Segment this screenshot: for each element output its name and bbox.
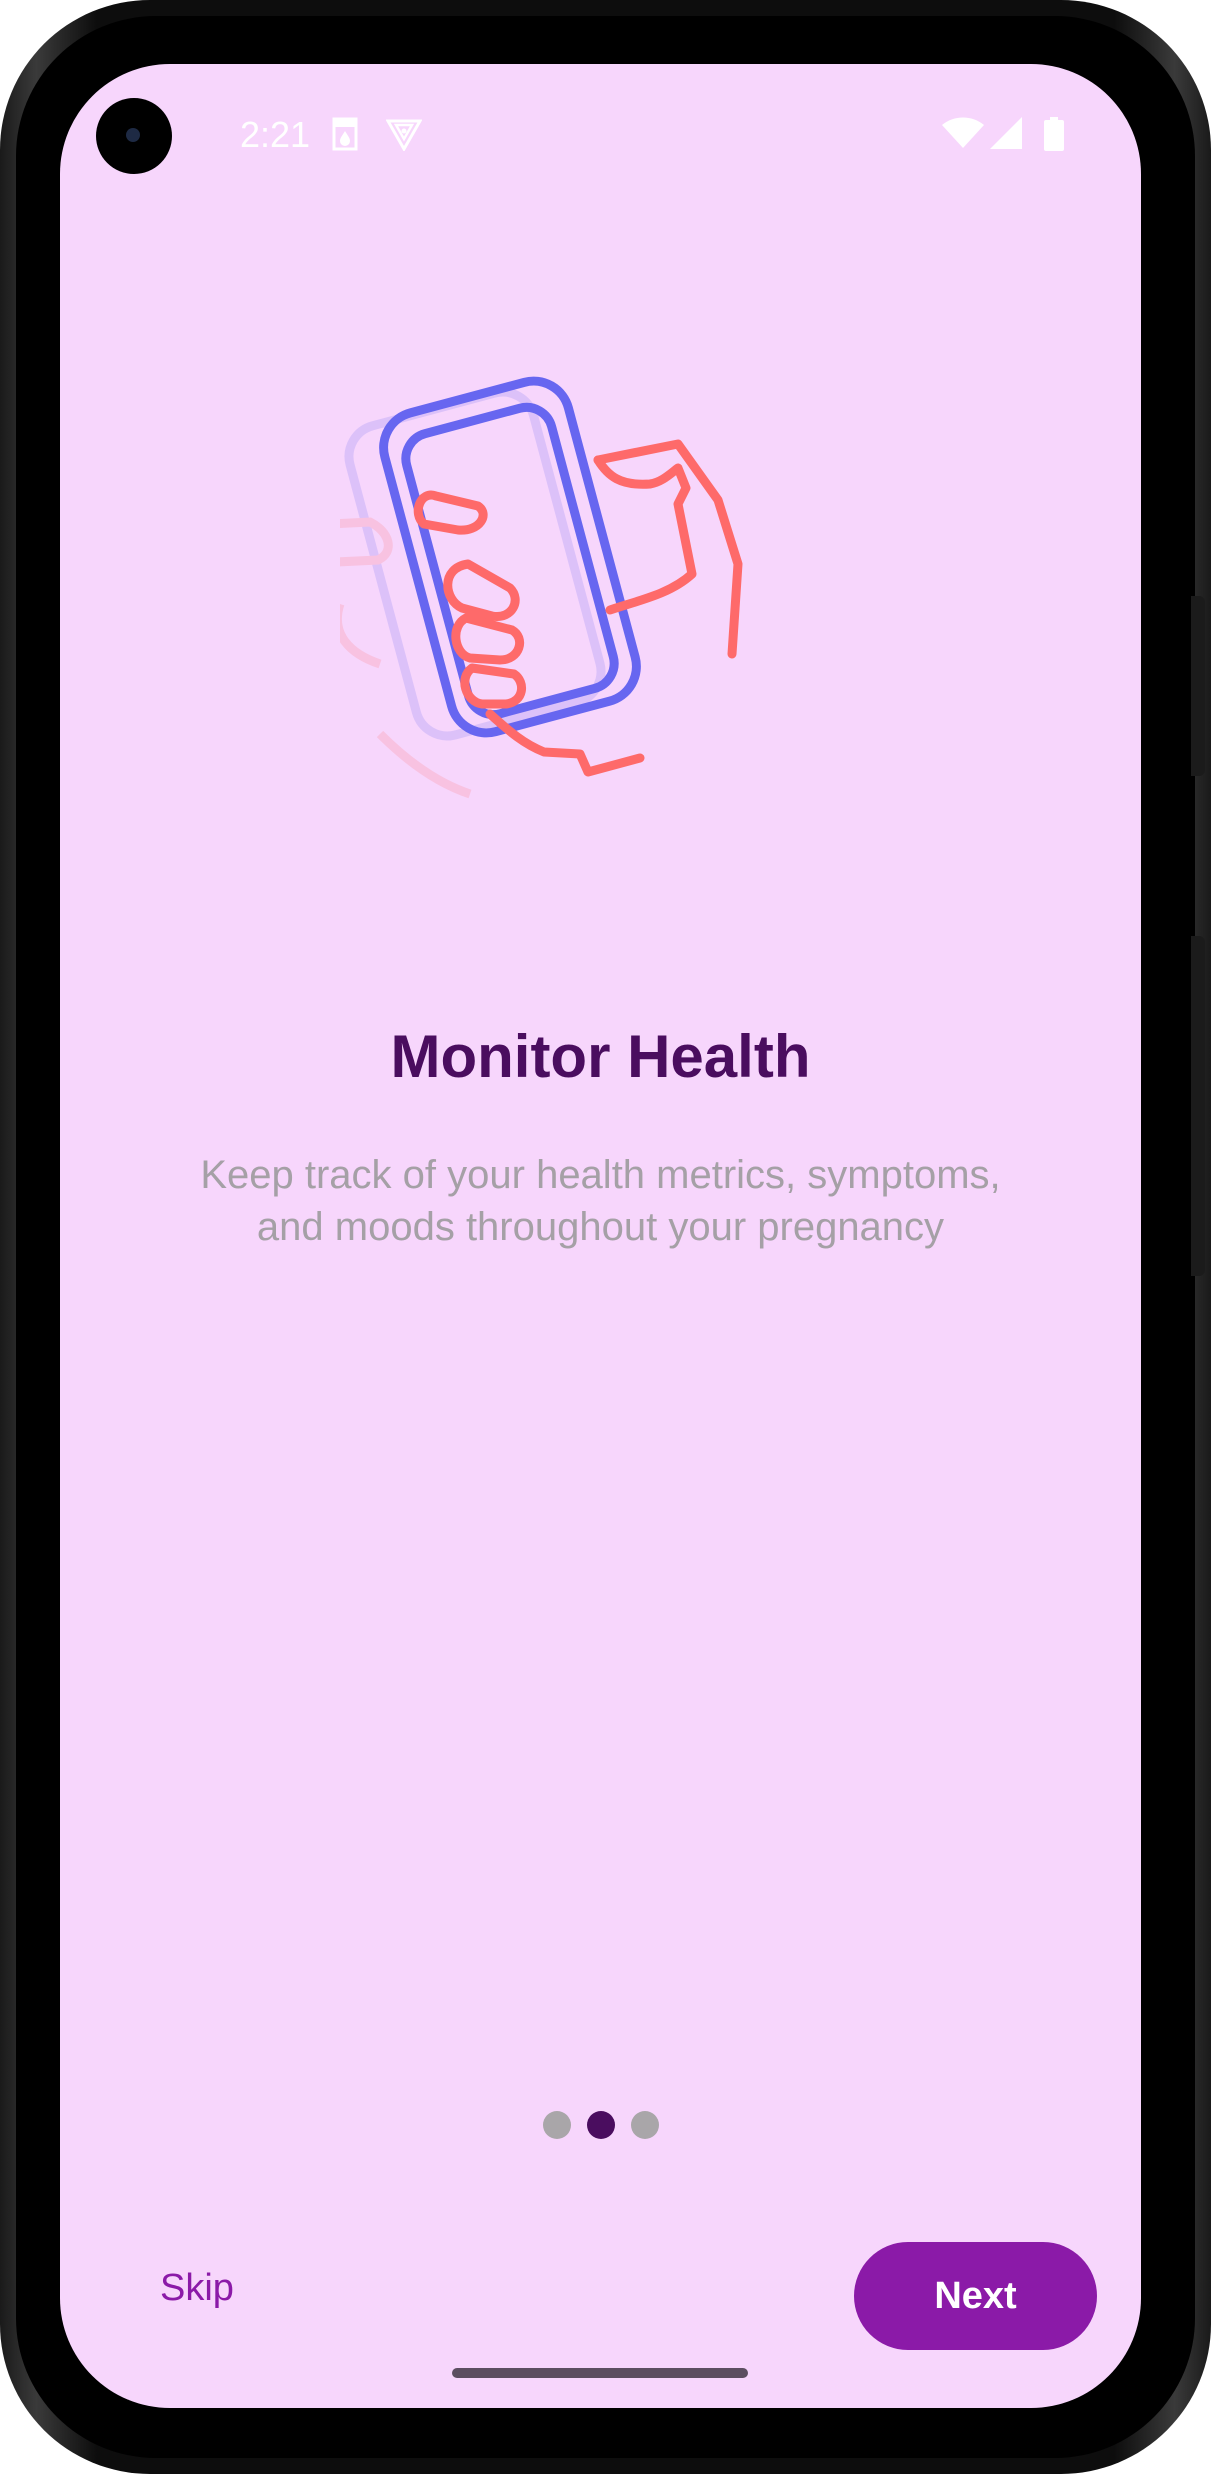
next-button[interactable]: Next [854, 2242, 1097, 2350]
status-time: 2:21 [240, 114, 311, 155]
wifi-icon [942, 117, 984, 148]
next-button-label: Next [934, 2274, 1017, 2317]
hand-finger-3 [451, 613, 525, 665]
onboarding-description: Keep track of your health metrics, sympt… [150, 1149, 1051, 1253]
power-button [1191, 596, 1205, 776]
description-line-2: and moods throughout your pregnancy [256, 1205, 945, 1249]
volume-button [1191, 936, 1205, 1276]
page-dot-2 [586, 2111, 615, 2139]
app-screen: 2:21 Monitor Health Keep track of your h… [60, 64, 1141, 2408]
skip-button[interactable]: Skip [160, 2267, 234, 2310]
page-indicator [60, 2111, 1141, 2139]
front-camera [96, 98, 172, 174]
sim-card-icon [332, 117, 358, 151]
description-line-1: Keep track of your health metrics, sympt… [200, 1153, 1001, 1197]
hand-finger-4 [460, 663, 526, 709]
shield-icon [386, 119, 422, 151]
hand-finger-2 [443, 559, 520, 621]
page-dot-1 [542, 2111, 571, 2139]
onboarding-title: Monitor Health [390, 1023, 811, 1090]
home-indicator[interactable] [452, 2368, 748, 2378]
hand-finger-1 [413, 490, 488, 535]
device-frame: 2:21 Monitor Health Keep track of your h… [0, 0, 1211, 2474]
page-dot-3 [630, 2111, 659, 2139]
hand-holding-phone-icon [340, 376, 743, 799]
battery-icon [1044, 117, 1064, 151]
status-bar: 2:21 [60, 64, 1141, 209]
cellular-signal-icon [990, 117, 1022, 149]
